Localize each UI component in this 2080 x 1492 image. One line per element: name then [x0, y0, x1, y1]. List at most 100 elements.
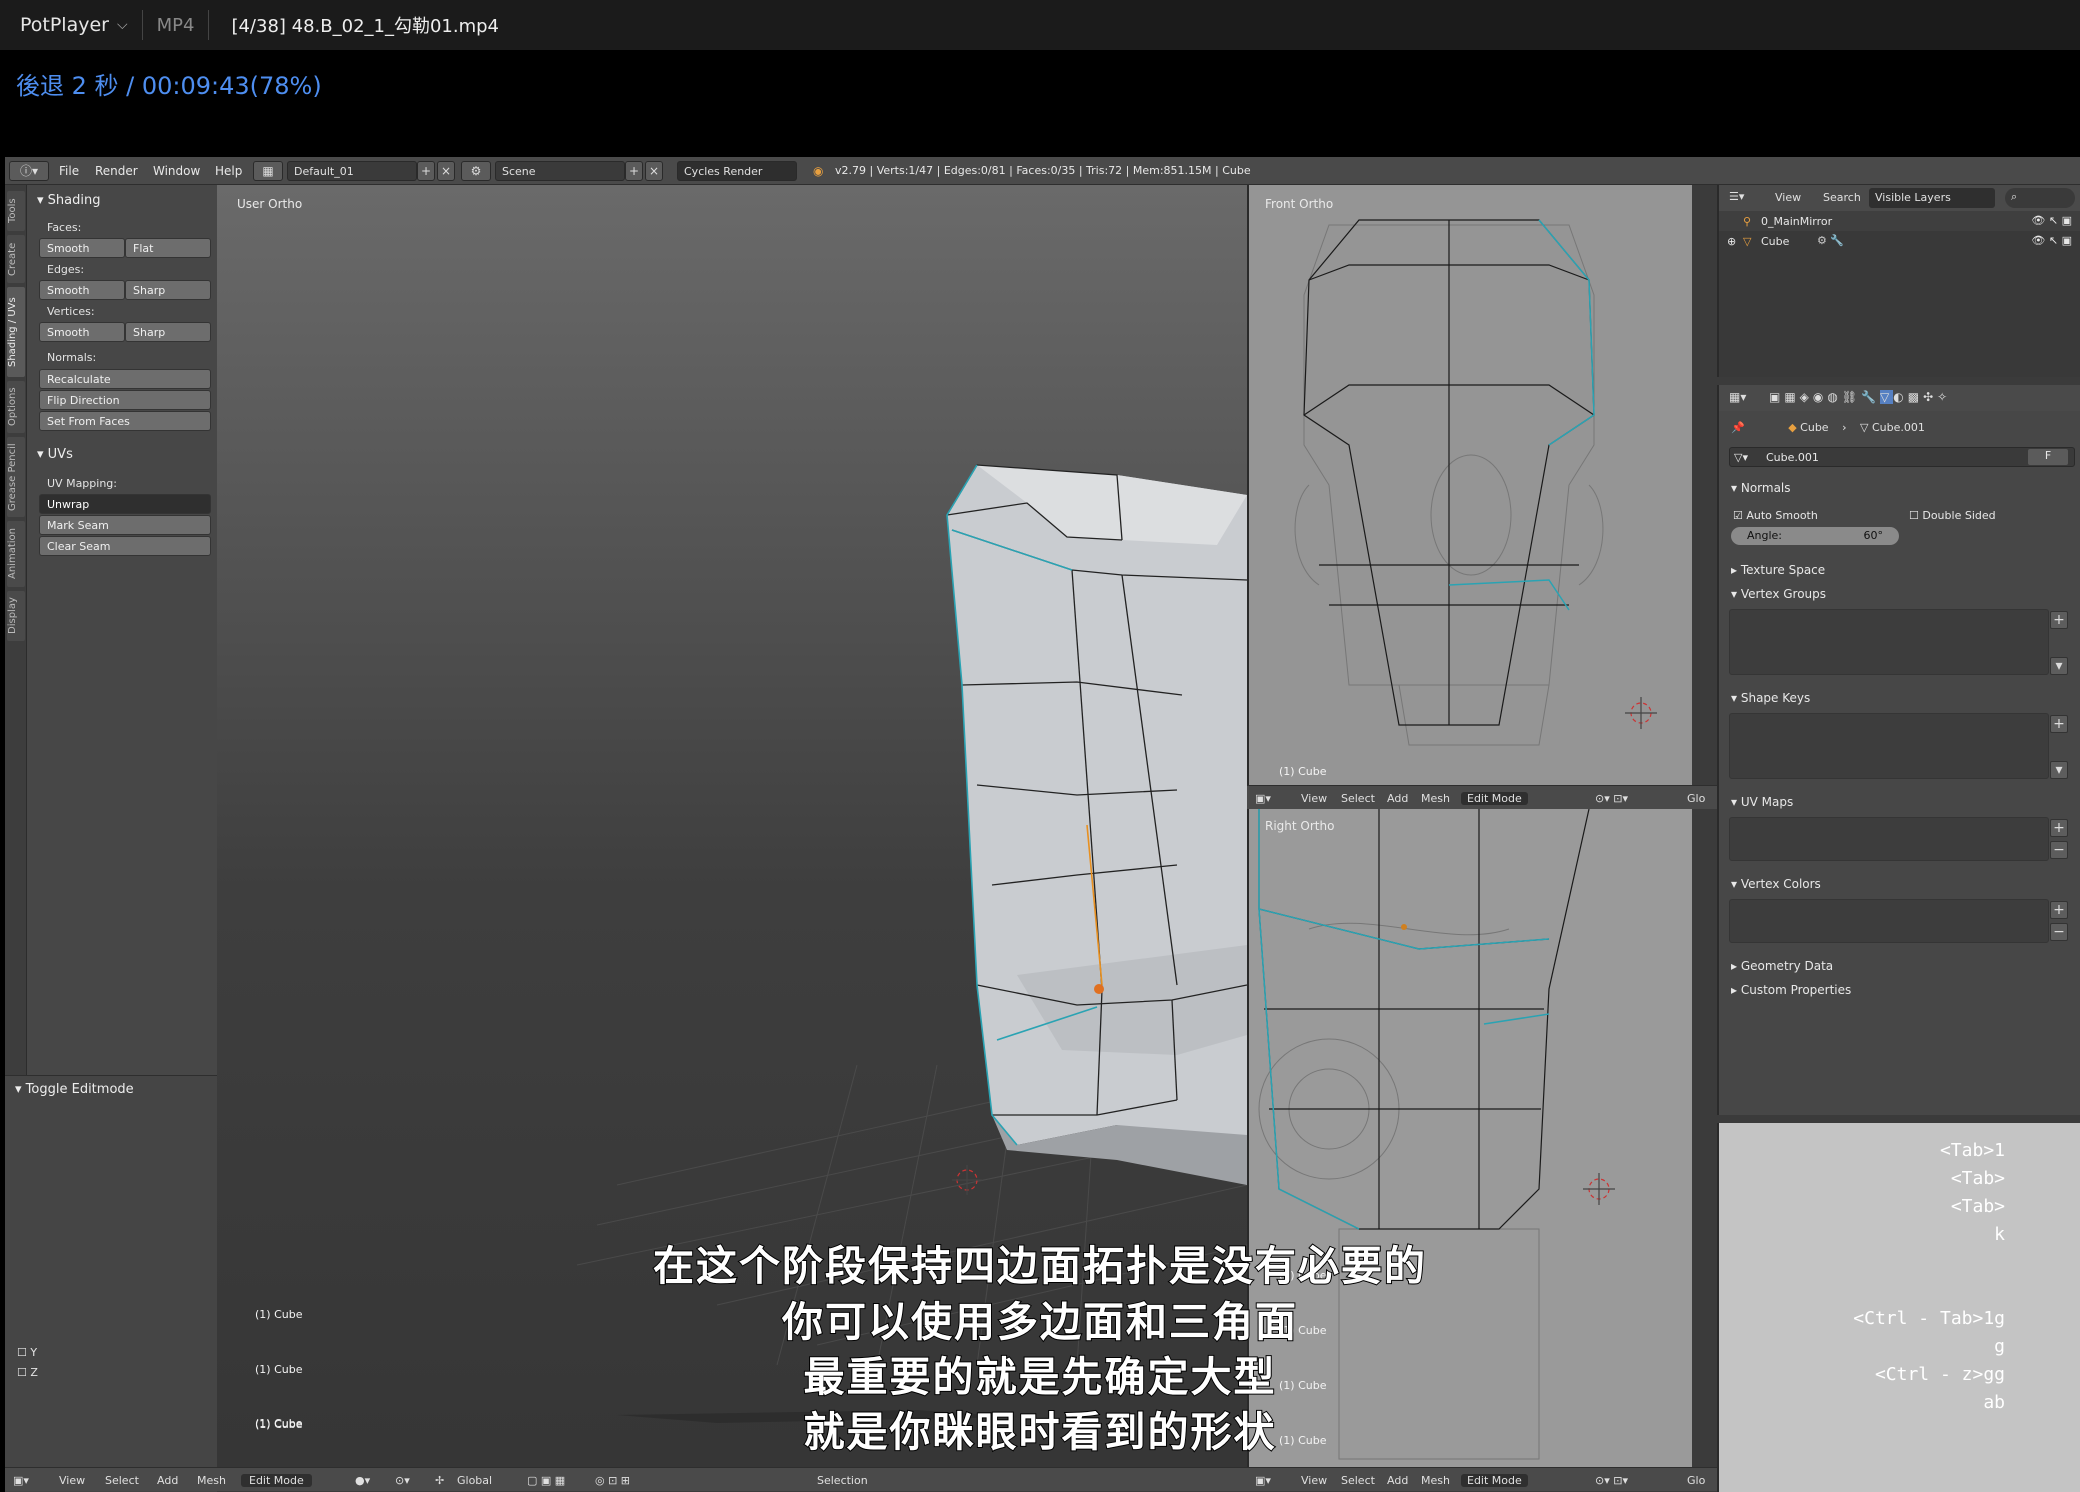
manipulator-icon[interactable]: ✢	[435, 1474, 444, 1487]
mesh-name-field[interactable]: ▽▾ Cube.001 F	[1729, 447, 2075, 467]
add-icon[interactable]: +	[2050, 611, 2068, 629]
shape-keys-list[interactable]	[1729, 713, 2049, 779]
menu-mesh[interactable]: Mesh	[197, 1474, 226, 1487]
tab-grease-pencil[interactable]: Grease Pencil	[7, 437, 25, 517]
vertex-colors-list[interactable]	[1729, 899, 2049, 943]
mode-select[interactable]: Edit Mode	[1461, 1474, 1528, 1487]
menu-help[interactable]: Help	[215, 164, 242, 178]
tab-shading-uvs[interactable]: Shading / UVs	[7, 287, 25, 377]
faces-smooth-button[interactable]: Smooth	[39, 238, 125, 258]
add-icon[interactable]: +	[2050, 819, 2068, 837]
info-icon[interactable]: ⓘ▾	[9, 161, 49, 181]
editor-type-icon[interactable]: ▣▾	[1255, 792, 1271, 805]
layout-field[interactable]: Default_01	[287, 161, 417, 181]
display-mode-select[interactable]: Visible Layers	[1869, 188, 1995, 208]
vertices-smooth-button[interactable]: Smooth	[39, 322, 125, 342]
flip-direction-button[interactable]: Flip Direction	[39, 390, 211, 410]
texture-space-header[interactable]: ▸ Texture Space	[1731, 563, 1825, 577]
set-from-faces-button[interactable]: Set From Faces	[39, 411, 211, 431]
scene-icon[interactable]: ⚙	[461, 161, 491, 181]
menu-render[interactable]: Render	[95, 164, 138, 178]
add-icon[interactable]: +	[2050, 715, 2068, 733]
menu-icon[interactable]: ▾	[2050, 761, 2068, 779]
menu-search[interactable]: Search	[1823, 191, 1861, 204]
properties-tabs[interactable]: ▦▾ ▣▦◈◉◍⛓🔧▽◐▩✣✧	[1719, 385, 2080, 411]
shape-keys-header[interactable]: ▾ Shape Keys	[1731, 691, 1810, 705]
angle-slider[interactable]: Angle: 60°	[1731, 527, 1899, 545]
menu-view[interactable]: View	[1301, 792, 1327, 805]
menu-view[interactable]: View	[1775, 191, 1801, 204]
edges-sharp-button[interactable]: Sharp	[125, 280, 211, 300]
menu-window[interactable]: Window	[153, 164, 200, 178]
add-scene-icon[interactable]: +	[625, 161, 643, 181]
toggle-editmode-header[interactable]: ▾ Toggle Editmode	[15, 1082, 134, 1097]
tab-options[interactable]: Options	[7, 381, 25, 433]
menu-icon[interactable]: ▾	[2050, 657, 2068, 675]
add-icon[interactable]: +	[2050, 901, 2068, 919]
menu-view[interactable]: View	[1301, 1474, 1327, 1487]
pivot-icon[interactable]: ⊙▾ ⊡▾	[1595, 1474, 1628, 1487]
close-layout-icon[interactable]: ×	[437, 161, 455, 181]
uv-maps-header[interactable]: ▾ UV Maps	[1731, 795, 1793, 809]
menu-select[interactable]: Select	[105, 1474, 139, 1487]
menu-select[interactable]: Select	[1341, 792, 1375, 805]
shading-mode-icon[interactable]: ●▾	[355, 1474, 370, 1487]
close-scene-icon[interactable]: ×	[645, 161, 663, 181]
orientation-select[interactable]: Glo	[1687, 1474, 1705, 1487]
scene-field[interactable]: Scene	[495, 161, 625, 181]
remove-icon[interactable]: −	[2050, 841, 2068, 859]
uvs-panel-header[interactable]: ▾ UVs	[37, 447, 73, 462]
visibility-icon[interactable]: 👁 ↖ ▣	[2031, 214, 2072, 227]
menu-add[interactable]: Add	[157, 1474, 178, 1487]
vertex-groups-list[interactable]	[1729, 609, 2049, 675]
faces-flat-button[interactable]: Flat	[125, 238, 211, 258]
editor-type-icon[interactable]: ▦▾	[1729, 390, 1746, 404]
menu-view[interactable]: View	[59, 1474, 85, 1487]
player-brand[interactable]: PotPlayer	[0, 14, 109, 36]
visibility-icon[interactable]: 👁 ↖ ▣	[2031, 234, 2072, 247]
tab-animation[interactable]: Animation	[7, 521, 25, 587]
tab-create[interactable]: Create	[7, 235, 25, 283]
auto-smooth-checkbox[interactable]: ☑ Auto Smooth	[1733, 509, 1818, 522]
render-engine-select[interactable]: Cycles Render	[677, 161, 797, 181]
edges-smooth-button[interactable]: Smooth	[39, 280, 125, 300]
pin-icon[interactable]: 📌	[1731, 421, 1745, 434]
tab-display[interactable]: Display	[7, 591, 25, 641]
chevron-down-icon[interactable]: ⌵	[117, 17, 128, 33]
pivot-icon[interactable]: ⊙▾	[395, 1474, 410, 1487]
expand-icon[interactable]: ⊕	[1727, 235, 1736, 248]
context-icons[interactable]: ▣▦◈◉◍⛓🔧▽◐▩✣✧	[1769, 390, 1951, 404]
mark-seam-button[interactable]: Mark Seam	[39, 515, 211, 535]
outliner-row[interactable]: ⚲ 0_MainMirror 👁 ↖ ▣	[1719, 211, 2080, 231]
menu-add[interactable]: Add	[1387, 1474, 1408, 1487]
editor-type-icon[interactable]: ▣▾	[13, 1474, 29, 1487]
layout-icon[interactable]: ▦	[253, 161, 283, 181]
add-layout-icon[interactable]: +	[417, 161, 435, 181]
orientation-select[interactable]: Glo	[1687, 792, 1705, 805]
menu-mesh[interactable]: Mesh	[1421, 1474, 1450, 1487]
double-sided-checkbox[interactable]: ☐ Double Sided	[1909, 509, 1996, 522]
tab-tools[interactable]: Tools	[7, 191, 25, 231]
select-mode-icons[interactable]: ▢ ▣ ▦	[527, 1474, 565, 1487]
editor-type-icon[interactable]: ▣▾	[1255, 1474, 1271, 1487]
vertices-sharp-button[interactable]: Sharp	[125, 322, 211, 342]
editor-type-icon[interactable]: ☰▾	[1729, 190, 1744, 203]
remove-icon[interactable]: −	[2050, 923, 2068, 941]
mode-select[interactable]: Edit Mode	[1461, 792, 1528, 805]
unwrap-menu[interactable]: Unwrap	[39, 494, 211, 514]
fake-user-button[interactable]: F	[2028, 449, 2068, 465]
vertex-groups-header[interactable]: ▾ Vertex Groups	[1731, 587, 1826, 601]
shading-panel-header[interactable]: ▾ Shading	[37, 193, 100, 208]
mode-select[interactable]: Edit Mode	[241, 1474, 312, 1487]
proportional-icon[interactable]: ◎ ⊡ ⊞	[595, 1474, 630, 1487]
clear-seam-button[interactable]: Clear Seam	[39, 536, 211, 556]
uv-maps-list[interactable]	[1729, 817, 2049, 861]
custom-properties-header[interactable]: ▸ Custom Properties	[1731, 983, 1851, 997]
menu-mesh[interactable]: Mesh	[1421, 792, 1450, 805]
vertex-colors-header[interactable]: ▾ Vertex Colors	[1731, 877, 1821, 891]
menu-file[interactable]: File	[59, 164, 79, 178]
modifier-icon[interactable]: ⚙ 🔧	[1817, 234, 1844, 247]
outliner-row[interactable]: ⊕ ▽ Cube ⚙ 🔧 👁 ↖ ▣	[1719, 231, 2080, 251]
menu-add[interactable]: Add	[1387, 792, 1408, 805]
search-input[interactable]: ⌕	[2005, 188, 2075, 208]
